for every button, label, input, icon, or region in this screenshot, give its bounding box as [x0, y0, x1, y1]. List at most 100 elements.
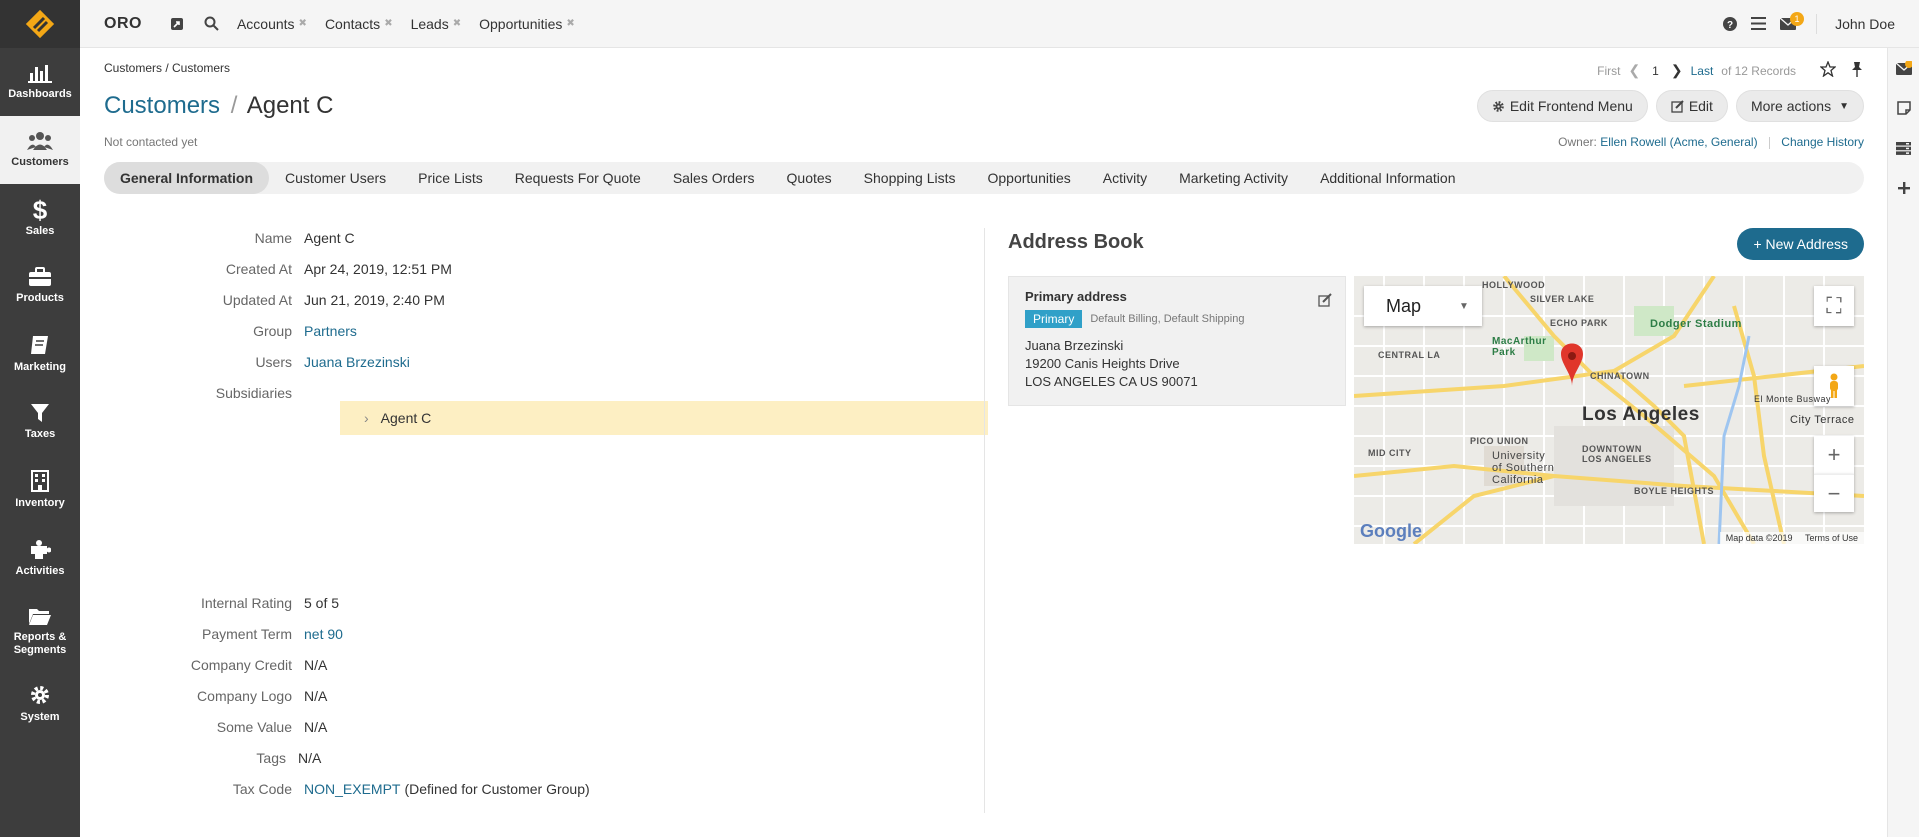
user-link[interactable]: Juana Brzezinski — [304, 354, 410, 370]
field-value: N/A — [304, 688, 328, 704]
map-label: MID CITY — [1368, 448, 1412, 458]
field-created-at: Created At Apr 24, 2019, 12:51 PM — [104, 261, 452, 277]
close-icon[interactable]: ✖ — [453, 18, 461, 29]
tax-code-link[interactable]: NON_EXEMPT — [304, 781, 400, 797]
sidebar-item-reports[interactable]: Reports & Segments — [0, 592, 80, 670]
briefcase-icon — [29, 267, 51, 286]
sidebar-item-products[interactable]: Products — [0, 252, 80, 320]
oro-logo[interactable] — [0, 0, 80, 48]
new-address-button[interactable]: + New Address — [1737, 228, 1864, 260]
zoom-out-icon[interactable]: − — [1814, 474, 1854, 512]
pager-last[interactable]: Last — [1691, 64, 1714, 78]
close-icon[interactable]: ✖ — [566, 18, 574, 29]
map-type-selector[interactable]: Map ▼ — [1364, 286, 1482, 326]
primary-badge: Primary — [1025, 310, 1083, 328]
close-icon[interactable]: ✖ — [384, 18, 392, 29]
map-label: City Terrace — [1790, 414, 1855, 426]
zoom-in-icon[interactable]: + — [1814, 436, 1854, 474]
chevron-right-icon[interactable]: › — [364, 410, 369, 426]
pin-contacts[interactable]: Contacts ✖ — [325, 16, 393, 32]
chevron-left-icon[interactable]: ❮ — [1628, 62, 1640, 79]
map-label: CHINATOWN — [1590, 371, 1650, 381]
close-icon[interactable]: ✖ — [299, 18, 307, 29]
address-card[interactable]: Primary address Primary Default Billing,… — [1008, 276, 1346, 406]
tab-activity[interactable]: Activity — [1087, 162, 1163, 194]
divider — [1768, 136, 1770, 149]
pin-leads[interactable]: Leads ✖ — [411, 16, 462, 32]
terms-link[interactable]: Terms of Use — [1805, 533, 1858, 543]
menu-icon[interactable] — [1751, 17, 1767, 30]
user-menu[interactable]: John Doe — [1835, 16, 1895, 32]
pin-accounts[interactable]: Accounts ✖ — [237, 16, 307, 32]
address-city: LOS ANGELES CA US 90071 — [1025, 374, 1198, 389]
rail-tasks[interactable] — [1888, 128, 1919, 168]
rail-add[interactable] — [1888, 168, 1919, 208]
tab-quotes[interactable]: Quotes — [771, 162, 848, 194]
tab-shopping-lists[interactable]: Shopping Lists — [848, 162, 972, 194]
search-icon[interactable] — [204, 16, 219, 31]
note-icon — [1896, 101, 1911, 115]
tab-additional-information[interactable]: Additional Information — [1304, 162, 1471, 194]
more-actions-button[interactable]: More actions ▼ — [1735, 90, 1864, 122]
envelope-icon[interactable]: 1 — [1780, 11, 1805, 30]
address-map[interactable]: Map ▼ ⛶ + − HOLLYWOOD SILVER LAKE ECHO P… — [1354, 276, 1864, 544]
field-payment-term: Payment Term net 90 — [104, 626, 343, 642]
edit-icon[interactable] — [1318, 293, 1333, 310]
tab-opportunities[interactable]: Opportunities — [972, 162, 1087, 194]
sidebar-item-label: Taxes — [24, 428, 56, 440]
pager-first[interactable]: First — [1597, 64, 1620, 78]
sidebar-item-system[interactable]: System — [0, 670, 80, 738]
plus-icon — [1897, 182, 1910, 194]
edit-button[interactable]: Edit — [1655, 90, 1728, 122]
tab-marketing-activity[interactable]: Marketing Activity — [1163, 162, 1304, 194]
sidebar-item-dashboards[interactable]: Dashboards — [0, 48, 80, 116]
address-title: Primary address — [1025, 289, 1127, 304]
gear-icon — [31, 686, 49, 704]
edit-frontend-menu-button[interactable]: Edit Frontend Menu — [1476, 90, 1648, 122]
divider — [1816, 13, 1818, 34]
help-icon[interactable]: ? — [1723, 16, 1738, 31]
address-type-list: Default Billing, Default Shipping — [1090, 313, 1245, 325]
caret-down-icon: ▼ — [1459, 300, 1469, 312]
tab-requests-for-quote[interactable]: Requests For Quote — [499, 162, 657, 194]
tax-code-note: (Defined for Customer Group) — [404, 781, 590, 797]
field-value: N/A — [304, 719, 328, 735]
pin-icon[interactable] — [1850, 61, 1864, 80]
tab-sales-orders[interactable]: Sales Orders — [657, 162, 771, 194]
book-icon — [31, 336, 48, 354]
tree-item-label: Agent C — [380, 410, 432, 426]
rail-sticky-note[interactable] — [1888, 88, 1919, 128]
fullscreen-icon[interactable]: ⛶ — [1814, 286, 1854, 326]
button-label: Edit — [1688, 98, 1713, 114]
customers-icon — [27, 132, 53, 150]
sidebar-item-taxes[interactable]: Taxes — [0, 388, 80, 456]
history-icon[interactable] — [170, 17, 184, 31]
star-icon[interactable] — [1819, 60, 1837, 80]
record-pager: First ❮ 1 ❯ Last of 12 Records — [1589, 60, 1864, 80]
pin-opportunities[interactable]: Opportunities ✖ — [479, 16, 575, 32]
sidebar-item-inventory[interactable]: Inventory — [0, 456, 80, 524]
page-actions: Edit Frontend Menu Edit More actions ▼ — [1469, 90, 1864, 122]
breadcrumb[interactable]: Customers / Customers — [104, 61, 230, 75]
tab-general-information[interactable]: General Information — [104, 162, 270, 194]
subsidiary-tree-item[interactable]: › Agent C — [340, 401, 988, 435]
rail-notifications[interactable] — [1888, 48, 1919, 88]
notification-badge: 1 — [1790, 11, 1805, 26]
sidebar-item-activities[interactable]: Activities — [0, 524, 80, 592]
logo-icon — [25, 9, 55, 39]
sidebar-item-customers[interactable]: Customers — [0, 116, 80, 184]
payment-term-link[interactable]: net 90 — [304, 626, 343, 642]
sidebar-item-sales[interactable]: $ Sales — [0, 184, 80, 252]
title-link[interactable]: Customers — [104, 92, 220, 119]
sidebar-item-marketing[interactable]: Marketing — [0, 320, 80, 388]
chevron-right-icon[interactable]: ❯ — [1671, 62, 1683, 79]
change-history-link[interactable]: Change History — [1781, 135, 1864, 149]
entity-title: Agent C — [246, 92, 334, 119]
title-separator: / — [230, 92, 238, 119]
tab-customer-users[interactable]: Customer Users — [269, 162, 402, 194]
tab-price-lists[interactable]: Price Lists — [402, 162, 499, 194]
group-link[interactable]: Partners — [304, 323, 357, 339]
brand-name[interactable]: ORO — [104, 15, 142, 33]
owner-link[interactable]: Ellen Rowell (Acme, General) — [1600, 135, 1757, 149]
button-label: Edit Frontend Menu — [1509, 98, 1633, 114]
